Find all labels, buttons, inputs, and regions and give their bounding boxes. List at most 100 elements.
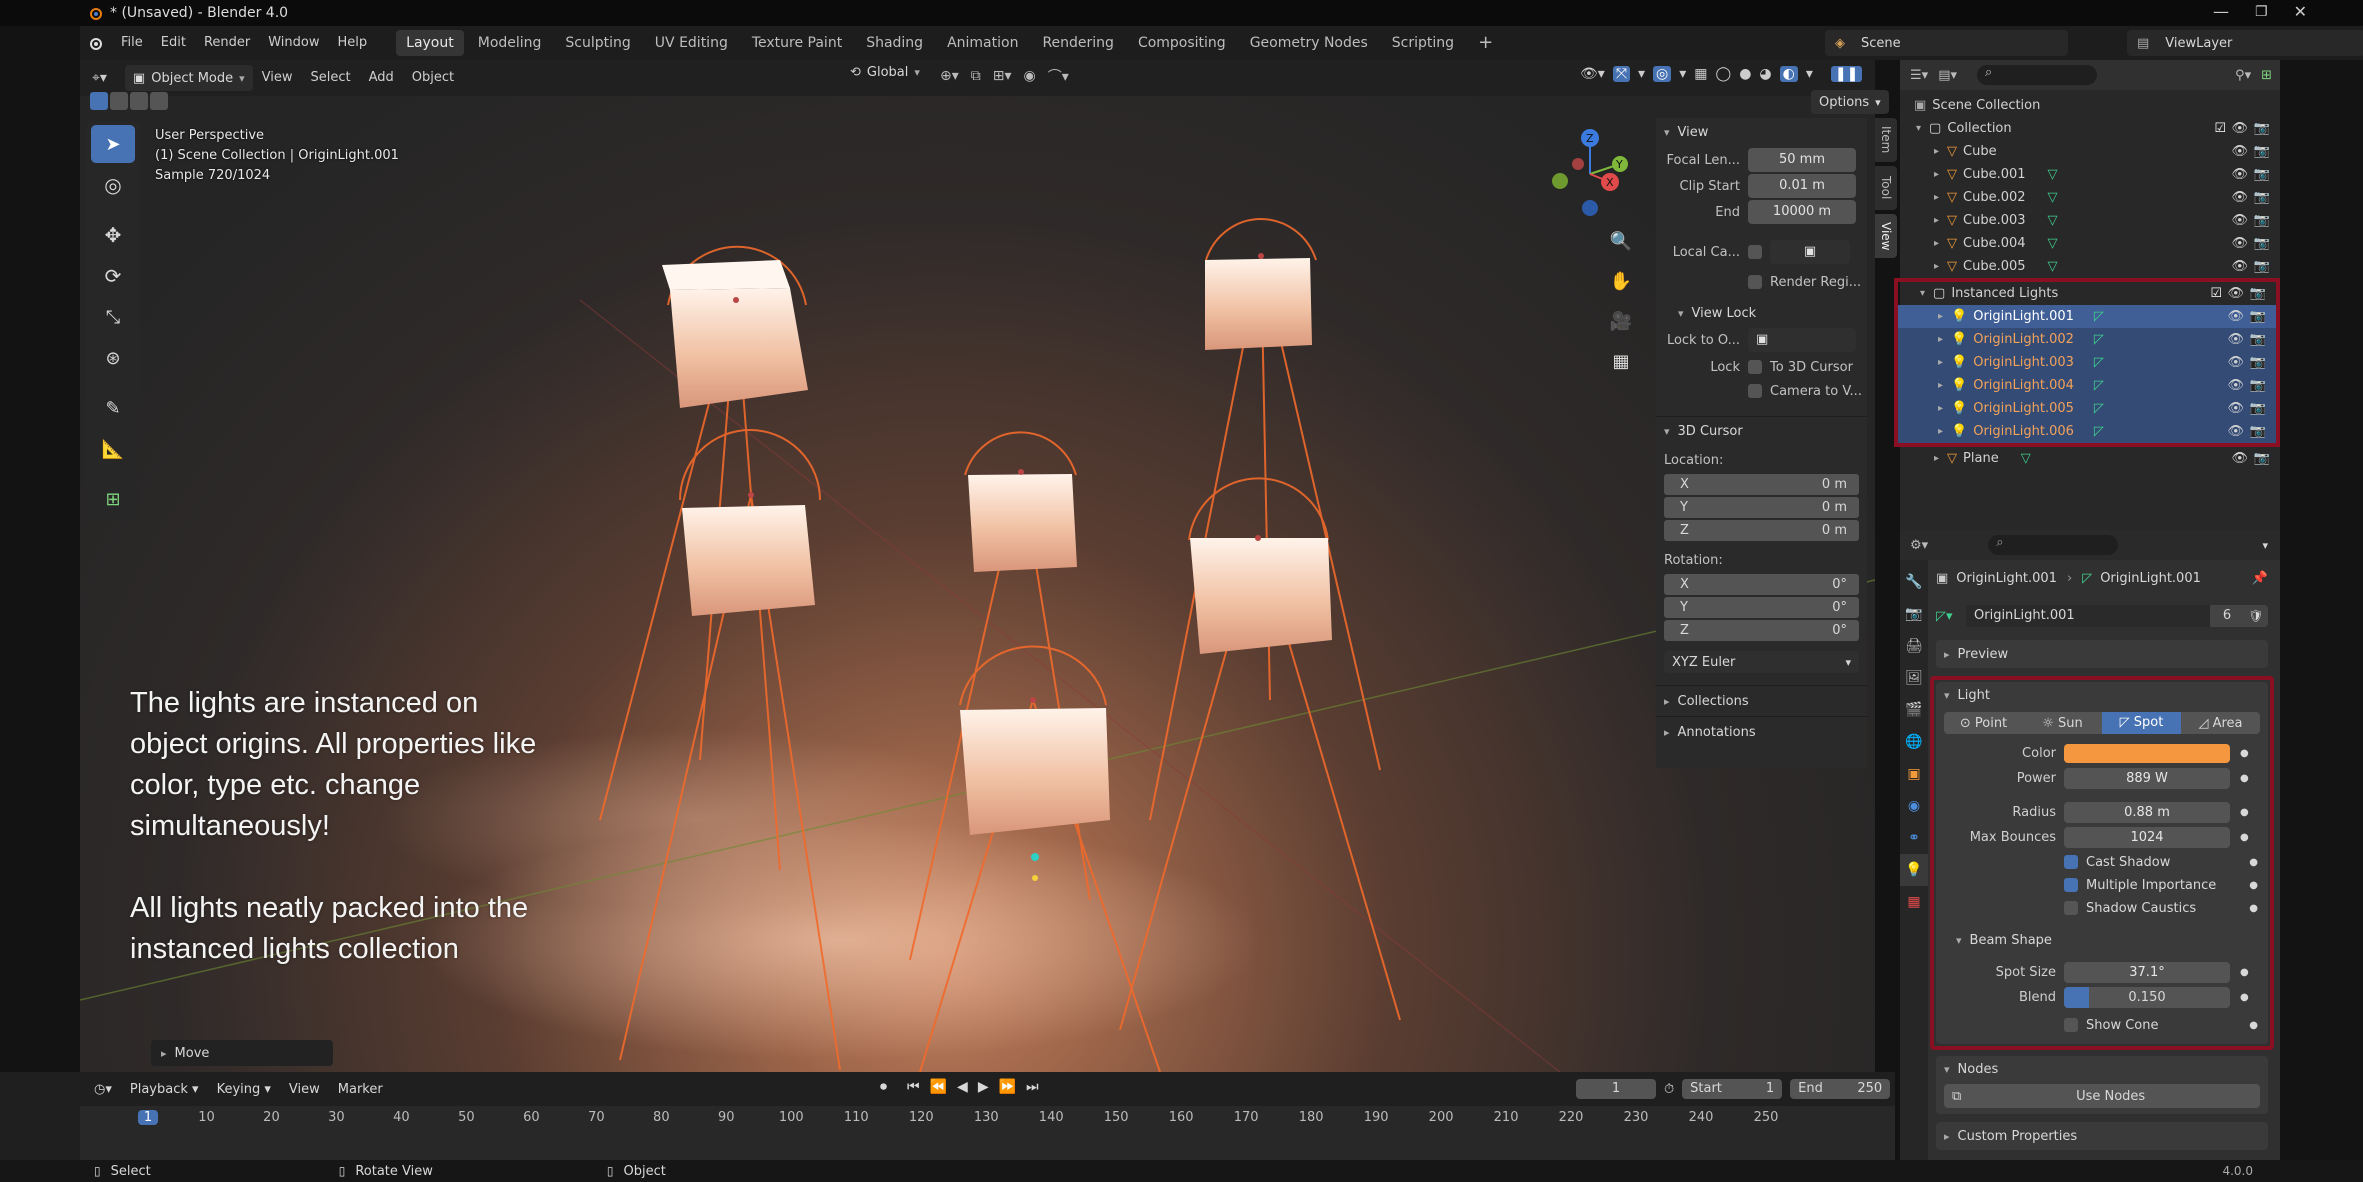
select-new-icon[interactable]: [90, 92, 108, 110]
outliner-row-originlight-006[interactable]: ▸ 💡 OriginLight.006 ◸ 👁 📷: [1898, 420, 2276, 443]
camera-icon[interactable]: 📷: [2254, 213, 2270, 228]
outliner-row-originlight-001[interactable]: ▸ 💡 OriginLight.001 ◸ 👁 📷: [1898, 305, 2276, 328]
tab-scripting[interactable]: Scripting: [1382, 30, 1464, 56]
play-icon[interactable]: ▶: [978, 1079, 989, 1095]
jump-start-icon[interactable]: ⏮: [907, 1079, 920, 1095]
outliner-row-cube-004[interactable]: ▸ ▽ Cube.004 ▽ 👁 📷: [1900, 232, 2280, 255]
menu-render[interactable]: Render: [195, 30, 259, 56]
world-tab-icon[interactable]: 🌐: [1900, 726, 1928, 758]
camera-icon[interactable]: 📷: [2254, 167, 2270, 182]
menu-edit[interactable]: Edit: [152, 30, 195, 56]
snap-target-icon[interactable]: ⊞▾: [993, 68, 1012, 84]
add-cube-tool[interactable]: ⊞: [91, 480, 135, 518]
tab-uv-editing[interactable]: UV Editing: [645, 30, 738, 56]
next-keyframe-icon[interactable]: ⏩: [999, 1079, 1016, 1095]
eye-icon[interactable]: 👁: [2231, 236, 2248, 251]
prev-keyframe-icon[interactable]: ⏪: [930, 1079, 947, 1095]
scale-tool[interactable]: ⤡: [91, 298, 135, 336]
eye-icon[interactable]: 👁: [2227, 286, 2244, 301]
outliner-row-cube-003[interactable]: ▸ ▽ Cube.003 ▽ 👁 📷: [1900, 209, 2280, 232]
show-cone-checkbox[interactable]: [2064, 1018, 2078, 1032]
camera-icon[interactable]: 📷: [2250, 332, 2266, 347]
preview-panel-header[interactable]: ▸ Preview: [1936, 640, 2268, 668]
new-collection-icon[interactable]: ⊞: [2261, 68, 2272, 83]
scene-tab-icon[interactable]: 🎬: [1900, 694, 1928, 726]
last-operator-panel[interactable]: ▸ Move: [151, 1040, 333, 1066]
add-workspace-icon[interactable]: +: [1468, 30, 1503, 56]
outliner-row-originlight-003[interactable]: ▸ 💡 OriginLight.003 ◸ 👁 📷: [1898, 351, 2276, 374]
keyframe-dot-icon[interactable]: ●: [2249, 857, 2258, 868]
camera-icon[interactable]: 📷: [2254, 451, 2270, 466]
properties-editor-icon[interactable]: ⚙▾: [1910, 538, 1928, 553]
scene-selector[interactable]: ◈ Scene: [1825, 30, 2068, 56]
rotation-x-field[interactable]: X 0°: [1664, 574, 1859, 595]
minimize-icon[interactable]: —: [2213, 2, 2229, 21]
outliner-search-input[interactable]: ⌕: [1977, 65, 2097, 85]
render-tab-icon[interactable]: 📷: [1900, 598, 1928, 630]
keyframe-dot-icon[interactable]: ●: [2240, 773, 2249, 784]
outliner-editor-icon[interactable]: ☰▾: [1910, 68, 1928, 83]
camera-icon[interactable]: 📷: [2250, 286, 2266, 301]
scene-collection-row[interactable]: ▣ Scene Collection: [1900, 94, 2280, 117]
menu-view[interactable]: View: [253, 65, 302, 91]
menu-window[interactable]: Window: [259, 30, 328, 56]
physics-tab-icon[interactable]: ◉: [1900, 790, 1928, 822]
exclude-checkbox-icon[interactable]: ☑: [2214, 121, 2226, 136]
eye-icon[interactable]: 👁: [2231, 121, 2248, 136]
fake-user-icon[interactable]: 🛡: [2244, 605, 2268, 627]
chevron-down-icon[interactable]: ▾: [2262, 539, 2268, 552]
light-data-tab-icon[interactable]: 💡: [1900, 854, 1928, 886]
keyframe-dot-icon[interactable]: ●: [2240, 967, 2249, 978]
beam-shape-header[interactable]: ▾ Beam Shape: [1936, 927, 2268, 953]
local-camera-field[interactable]: ▣: [1770, 240, 1850, 264]
blend-slider[interactable]: 0.150: [2064, 986, 2230, 1008]
outliner-row-originlight-002[interactable]: ▸ 💡 OriginLight.002 ◸ 👁 📷: [1898, 328, 2276, 351]
output-tab-icon[interactable]: 🖨: [1900, 630, 1928, 662]
navigation-gizmo[interactable]: Z Y X: [1550, 124, 1630, 224]
tab-tool[interactable]: Tool: [1875, 166, 1897, 210]
shadow-caustics-checkbox[interactable]: [2064, 901, 2078, 915]
tab-animation[interactable]: Animation: [937, 30, 1028, 56]
menu-object[interactable]: Object: [403, 65, 463, 91]
eye-icon[interactable]: 👁: [2231, 144, 2248, 159]
location-z-field[interactable]: Z 0 m: [1664, 520, 1859, 541]
eye-icon[interactable]: 👁: [2227, 378, 2244, 393]
keyframe-dot-icon[interactable]: ●: [2240, 748, 2249, 759]
pivot-icon[interactable]: ⊕▾: [940, 68, 959, 84]
outliner-row-cube-002[interactable]: ▸ ▽ Cube.002 ▽ 👁 📷: [1900, 186, 2280, 209]
light-browse-icon[interactable]: ◸▾: [1936, 609, 1960, 624]
menu-help[interactable]: Help: [329, 30, 377, 56]
light-type-spot[interactable]: ◸ Spot: [2102, 712, 2181, 734]
transform-orientation[interactable]: ⟲ Global ▾: [850, 65, 920, 80]
proportional-icon[interactable]: ◉: [1024, 68, 1036, 84]
annotate-tool[interactable]: ✎: [91, 389, 135, 427]
mode-selector[interactable]: ▣ Object Mode ▾: [124, 65, 253, 91]
camera-icon[interactable]: 📷: [2254, 121, 2270, 136]
maximize-icon[interactable]: ❐: [2255, 4, 2268, 20]
ortho-grid-icon[interactable]: ▦: [1606, 342, 1636, 382]
transform-tool[interactable]: ⊛: [91, 339, 135, 377]
timeline-view-menu[interactable]: View: [289, 1082, 320, 1097]
start-frame-field[interactable]: Start 1: [1682, 1079, 1783, 1099]
max-bounces-field[interactable]: 1024: [2064, 826, 2230, 848]
keyframe-dot-icon[interactable]: ●: [2249, 880, 2258, 891]
camera-icon[interactable]: 📷: [2250, 309, 2266, 324]
outliner-row-plane[interactable]: ▸ ▽ Plane ▽ 👁 📷: [1900, 447, 2280, 470]
camera-icon[interactable]: 📷: [2250, 355, 2266, 370]
light-type-point[interactable]: ⊙ Point: [1944, 716, 2023, 731]
cursor-panel-header[interactable]: ▾ 3D Cursor: [1664, 417, 1867, 445]
constraints-tab-icon[interactable]: ⚭: [1900, 822, 1928, 854]
outliner-row-cube-001[interactable]: ▸ ▽ Cube.001 ▽ 👁 📷: [1900, 163, 2280, 186]
falloff-icon[interactable]: ⌒▾: [1048, 66, 1069, 86]
light-type-sun[interactable]: ☼ Sun: [2023, 716, 2102, 731]
select-box-tool[interactable]: ➤: [91, 125, 135, 163]
clip-start-field[interactable]: 0.01 m: [1748, 174, 1856, 198]
play-reverse-icon[interactable]: ◀: [957, 1079, 968, 1095]
view-layer-tab-icon[interactable]: 🖼: [1900, 662, 1928, 694]
keyframe-dot-icon[interactable]: ●: [2249, 1020, 2258, 1031]
rendered-shading-icon[interactable]: ◐: [1779, 66, 1798, 82]
light-panel-header[interactable]: ▾ Light: [1936, 682, 2268, 708]
user-count[interactable]: 6: [2210, 605, 2244, 627]
custom-properties-header[interactable]: ▸ Custom Properties: [1936, 1122, 2268, 1150]
color-swatch[interactable]: [2064, 743, 2230, 763]
